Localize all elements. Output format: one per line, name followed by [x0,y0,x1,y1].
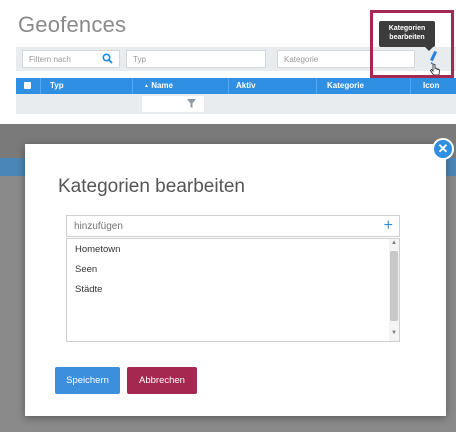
geofences-panel: Geofences Filtern nach Typ Kategorie Kat… [0,0,456,118]
list-scrollbar[interactable]: ▲ ▼ [389,239,399,341]
highlight-frame [370,10,454,78]
category-list[interactable]: Hometown Seen Städte ▲ ▼ [66,238,400,342]
edit-categories-dialog: Kategorien bearbeiten + Hometown Seen St… [25,144,446,416]
kategorie-filter-placeholder: Kategorie [284,55,319,64]
add-category-input[interactable] [67,216,367,236]
list-item[interactable]: Städte [75,284,102,295]
column-separator [316,78,317,94]
column-separator [40,78,41,94]
column-header-icon[interactable]: Icon [423,81,439,90]
typ-filter-placeholder: Typ [133,55,146,64]
filter-search-field[interactable]: Filtern nach [22,50,120,68]
column-header-name[interactable]: ▲ Name [144,81,173,90]
scrollbar-thumb[interactable] [390,251,398,321]
dialog-title: Kategorien bearbeiten [58,176,245,197]
plus-icon[interactable]: + [384,216,393,236]
close-icon[interactable]: ✕ [432,138,454,160]
column-separator [228,78,229,94]
list-item[interactable]: Seen [75,264,97,275]
filter-search-placeholder: Filtern nach [29,55,71,64]
cancel-button[interactable]: Abbrechen [127,367,197,394]
checkbox-icon[interactable] [24,82,31,89]
column-header-aktiv[interactable]: Aktiv [236,81,256,90]
scroll-up-icon[interactable]: ▲ [391,240,397,246]
funnel-icon[interactable] [187,99,196,110]
column-header-typ[interactable]: Typ [50,81,64,90]
scroll-down-icon[interactable]: ▼ [391,330,397,336]
column-header-name-label: Name [151,81,173,90]
typ-filter-field[interactable]: Typ [126,50,266,68]
add-category-field: + [66,215,400,237]
save-button[interactable]: Speichern [55,367,120,394]
column-separator [410,78,411,94]
column-header-kategorie[interactable]: Kategorie [327,81,364,90]
sort-asc-icon: ▲ [144,83,149,89]
page-title: Geofences [18,12,127,37]
composite-screenshot: Geofences Filtern nach Typ Kategorie Kat… [0,0,456,432]
modal-backdrop-area: Kategorien bearbeiten + Hometown Seen St… [0,124,456,432]
table-header: Typ ▲ Name Aktiv Kategorie Icon [16,78,456,94]
list-item[interactable]: Hometown [75,244,120,255]
search-icon[interactable] [102,53,113,67]
column-separator [132,78,133,94]
table-filter-row [16,94,456,114]
